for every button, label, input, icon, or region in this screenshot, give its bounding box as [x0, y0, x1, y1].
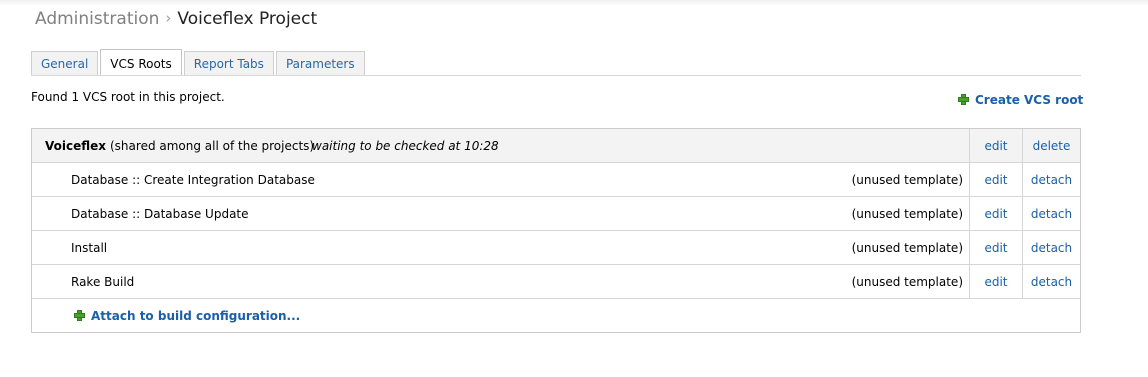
- vcs-root-name: Voiceflex: [45, 139, 107, 153]
- edit-vcs-root-link[interactable]: edit: [984, 139, 1007, 153]
- detach-configuration-link[interactable]: detach: [1031, 241, 1072, 255]
- configuration-info: Install (unused template): [32, 231, 970, 264]
- create-vcs-root-link[interactable]: Create VCS root: [958, 93, 1083, 107]
- configuration-detach-cell: detach: [1023, 265, 1080, 298]
- delete-vcs-root-link[interactable]: delete: [1033, 139, 1071, 153]
- tab-divider: [31, 75, 1081, 76]
- vcs-root-shared-note: (shared among all of the projects): [110, 139, 315, 153]
- breadcrumb-administration-link[interactable]: Administration: [35, 9, 159, 29]
- vcs-root-delete-cell: delete: [1023, 129, 1080, 162]
- configuration-detach-cell: detach: [1023, 163, 1080, 196]
- plus-icon: [74, 310, 85, 321]
- attach-label: Attach to build configuration...: [91, 309, 301, 323]
- configuration-edit-cell: edit: [970, 163, 1023, 196]
- edit-configuration-link[interactable]: edit: [984, 241, 1007, 255]
- tab-bar: General VCS Roots Report Tabs Parameters: [31, 49, 367, 76]
- table-row: Database :: Create Integration Database …: [32, 162, 1080, 196]
- configuration-info: Database :: Database Update (unused temp…: [32, 197, 970, 230]
- configuration-note: (unused template): [851, 207, 963, 221]
- create-vcs-root-label: Create VCS root: [975, 93, 1084, 107]
- tab-report-tabs[interactable]: Report Tabs: [183, 51, 274, 76]
- configuration-note: (unused template): [851, 241, 963, 255]
- page-title: Voiceflex Project: [177, 9, 318, 29]
- configuration-detach-cell: detach: [1023, 231, 1080, 264]
- configuration-name: Install: [71, 241, 108, 255]
- edit-configuration-link[interactable]: edit: [984, 207, 1007, 221]
- breadcrumb-separator-icon: ›: [165, 9, 172, 27]
- configuration-info: Database :: Create Integration Database …: [32, 163, 970, 196]
- attach-row: Attach to build configuration...: [32, 298, 1080, 332]
- configuration-name: Database :: Database Update: [71, 207, 249, 221]
- edit-configuration-link[interactable]: edit: [984, 275, 1007, 289]
- attach-to-build-configuration-link[interactable]: Attach to build configuration...: [74, 299, 300, 333]
- vcs-roots-table: Voiceflex (shared among all of the proje…: [31, 128, 1081, 333]
- tab-general[interactable]: General: [31, 51, 99, 76]
- vcs-root-edit-cell: edit: [970, 129, 1023, 162]
- configuration-detach-cell: detach: [1023, 197, 1080, 230]
- table-row: Install (unused template) edit detach: [32, 230, 1080, 264]
- configuration-edit-cell: edit: [970, 231, 1023, 264]
- detach-configuration-link[interactable]: detach: [1031, 275, 1072, 289]
- configuration-edit-cell: edit: [970, 197, 1023, 230]
- configuration-info: Rake Build (unused template): [32, 265, 970, 298]
- detach-configuration-link[interactable]: detach: [1031, 173, 1072, 187]
- configuration-name: Database :: Create Integration Database: [71, 173, 315, 187]
- vcs-root-info: Voiceflex (shared among all of the proje…: [32, 129, 970, 162]
- tab-parameters[interactable]: Parameters: [275, 51, 365, 76]
- table-row: Database :: Database Update (unused temp…: [32, 196, 1080, 230]
- detach-configuration-link[interactable]: detach: [1031, 207, 1072, 221]
- configuration-edit-cell: edit: [970, 265, 1023, 298]
- tab-vcs-roots[interactable]: VCS Roots: [100, 49, 182, 76]
- configuration-note: (unused template): [851, 275, 963, 289]
- edit-configuration-link[interactable]: edit: [984, 173, 1007, 187]
- vcs-root-status: waiting to be checked at 10:28: [312, 139, 499, 153]
- plus-icon: [958, 94, 969, 105]
- breadcrumb: Administration › Voiceflex Project: [35, 9, 317, 29]
- configuration-note: (unused template): [851, 173, 963, 187]
- configuration-name: Rake Build: [71, 275, 135, 289]
- table-row: Rake Build (unused template) edit detach: [32, 264, 1080, 298]
- summary-text: Found 1 VCS root in this project.: [31, 90, 225, 104]
- vcs-root-row: Voiceflex (shared among all of the proje…: [32, 129, 1080, 162]
